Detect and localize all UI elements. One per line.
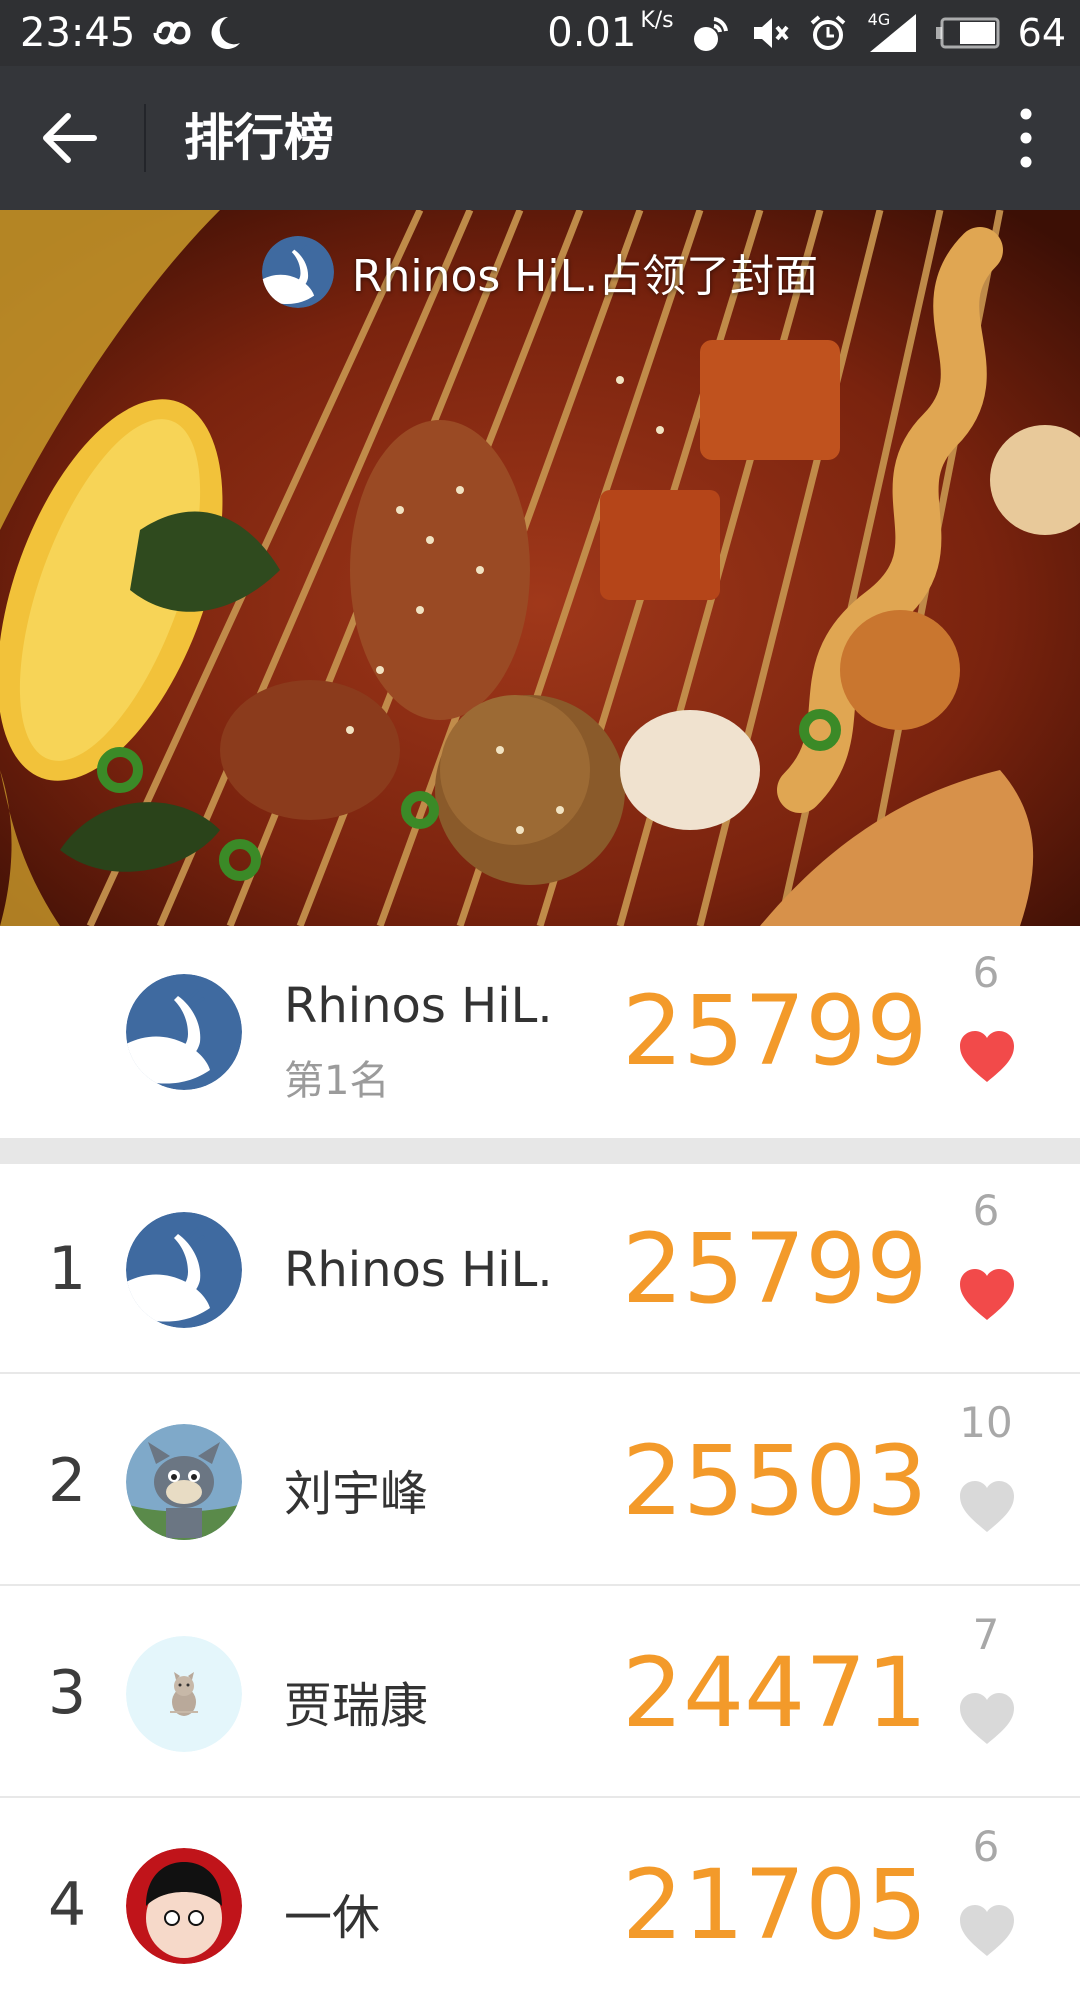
like-button[interactable] xyxy=(958,1904,1016,1958)
like-count: 6 xyxy=(972,1186,1000,1235)
like-count: 10 xyxy=(959,1398,1013,1447)
more-button[interactable] xyxy=(1008,104,1044,172)
ranking-row[interactable]: 3 贾瑞康 24471 7 xyxy=(0,1588,1080,1798)
section-divider xyxy=(0,1138,1080,1164)
avatar[interactable] xyxy=(126,974,242,1090)
score: 24471 xyxy=(622,1637,928,1749)
title-bar: 排行榜 xyxy=(0,66,1080,210)
alarm-icon xyxy=(808,13,848,53)
like-button[interactable] xyxy=(958,1692,1016,1746)
cartoon-cat-avatar-icon xyxy=(126,1424,242,1540)
ranking-row[interactable]: 4 一休 21705 6 xyxy=(0,1800,1080,2010)
cover-owner-banner[interactable]: Rhinos HiL.占领了封面 xyxy=(0,232,1080,312)
heart-icon xyxy=(960,1031,1014,1082)
score: 25799 xyxy=(622,1213,928,1325)
status-bar: 23:45 0.01 K/s 4G 64 xyxy=(0,0,1080,66)
avatar[interactable] xyxy=(261,236,334,308)
fish-avatar-icon xyxy=(126,974,242,1090)
player-name: 一休 xyxy=(284,1890,381,1946)
player-name: 贾瑞康 xyxy=(284,1678,429,1734)
cover-owner-text: Rhinos HiL.占领了封面 xyxy=(351,251,819,302)
fish-avatar-icon xyxy=(126,1212,242,1328)
avatar[interactable] xyxy=(126,1636,242,1752)
status-time: 23:45 xyxy=(20,10,136,56)
ranking-row[interactable]: 2 刘宇峰 25503 10 xyxy=(0,1376,1080,1586)
heart-icon xyxy=(960,1269,1014,1320)
more-vertical-icon xyxy=(1020,108,1032,168)
row-divider xyxy=(0,1796,1080,1798)
rank-number: 1 xyxy=(48,1234,87,1304)
my-rank-row[interactable]: Rhinos HiL. 第1名 25799 6 xyxy=(0,926,1080,1136)
arrow-left-icon xyxy=(43,113,97,163)
battery-icon xyxy=(935,17,1000,49)
moon-icon xyxy=(208,14,242,52)
rank-number: 3 xyxy=(48,1658,87,1728)
wifi-hotspot-icon xyxy=(692,13,732,53)
like-button[interactable] xyxy=(958,1030,1016,1084)
score: 21705 xyxy=(622,1849,928,1961)
row-divider xyxy=(0,1372,1080,1374)
mute-icon xyxy=(750,13,790,53)
cartoon-face-avatar-icon xyxy=(126,1848,242,1964)
avatar[interactable] xyxy=(126,1212,242,1328)
heart-icon xyxy=(960,1693,1014,1744)
like-button[interactable] xyxy=(958,1268,1016,1322)
back-button[interactable] xyxy=(38,110,102,166)
skewer-hotpot-photo xyxy=(0,210,1080,926)
rank-number: 4 xyxy=(48,1870,87,1940)
rank-number: 2 xyxy=(48,1446,87,1516)
score: 25503 xyxy=(622,1425,928,1537)
battery-level: 64 xyxy=(1017,11,1066,55)
net-speed: 0.01 K/s xyxy=(547,8,674,56)
signal-icon: 4G xyxy=(866,10,918,54)
player-name: Rhinos HiL. xyxy=(284,978,553,1034)
row-divider xyxy=(0,1584,1080,1586)
heart-icon xyxy=(960,1905,1014,1956)
player-name: 刘宇峰 xyxy=(284,1466,429,1522)
title-divider xyxy=(144,104,146,172)
fish-avatar-icon xyxy=(261,236,334,308)
avatar[interactable] xyxy=(126,1848,242,1964)
avatar[interactable] xyxy=(126,1424,242,1540)
like-count: 7 xyxy=(972,1610,1000,1659)
ranking-row[interactable]: 1 Rhinos HiL. 25799 6 xyxy=(0,1164,1080,1374)
player-name: Rhinos HiL. xyxy=(284,1242,553,1298)
score: 25799 xyxy=(622,975,928,1087)
like-button[interactable] xyxy=(958,1480,1016,1534)
kitten-avatar-icon xyxy=(126,1636,242,1752)
like-count: 6 xyxy=(972,1822,1000,1871)
infinity-icon xyxy=(146,18,198,48)
page-title: 排行榜 xyxy=(184,109,334,167)
my-rank-position: 第1名 xyxy=(284,1058,390,1104)
cover-image[interactable]: Rhinos HiL.占领了封面 xyxy=(0,210,1080,926)
like-count: 6 xyxy=(972,948,1000,997)
heart-icon xyxy=(960,1481,1014,1532)
